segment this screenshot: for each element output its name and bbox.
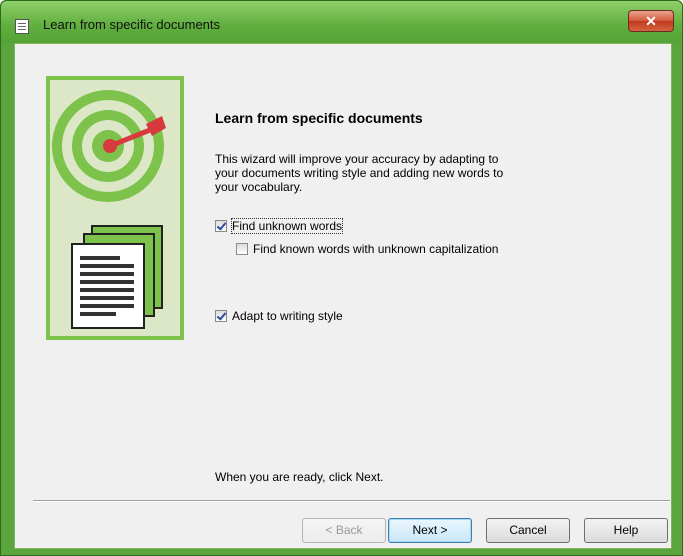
adapt-writing-style-checkbox[interactable]: [215, 310, 227, 322]
adapt-writing-style-label: Adapt to writing style: [232, 309, 343, 323]
help-button[interactable]: Help: [584, 518, 668, 543]
find-known-words-capitalization-checkbox[interactable]: [236, 243, 248, 255]
title-bar[interactable]: Learn from specific documents ✕: [1, 1, 682, 43]
option-find-unknown-words[interactable]: Find unknown words: [215, 218, 344, 234]
next-button[interactable]: Next >: [388, 518, 472, 543]
intro-text: This wizard will improve your accuracy b…: [215, 152, 504, 194]
close-button[interactable]: ✕: [628, 10, 674, 32]
option-adapt-writing-style[interactable]: Adapt to writing style: [215, 309, 343, 323]
page-heading: Learn from specific documents: [215, 110, 423, 126]
find-unknown-words-checkbox[interactable]: [215, 220, 227, 232]
app-icon: [15, 19, 29, 34]
wizard-illustration: [46, 76, 184, 340]
cancel-button[interactable]: Cancel: [486, 518, 570, 543]
back-button[interactable]: < Back: [302, 518, 386, 543]
ready-instruction: When you are ready, click Next.: [215, 470, 384, 484]
window-title: Learn from specific documents: [43, 17, 221, 32]
find-unknown-words-label: Find unknown words: [230, 218, 344, 234]
button-separator: [33, 500, 670, 502]
documents-icon: [71, 225, 163, 329]
target-documents-illustration: [52, 90, 166, 329]
find-known-words-capitalization-label: Find known words with unknown capitaliza…: [253, 242, 499, 256]
option-find-known-words-capitalization[interactable]: Find known words with unknown capitaliza…: [236, 242, 498, 256]
wizard-body: Learn from specific documents This wizar…: [14, 43, 672, 549]
wizard-window: Learn from specific documents ✕ Learn fr…: [0, 0, 683, 556]
